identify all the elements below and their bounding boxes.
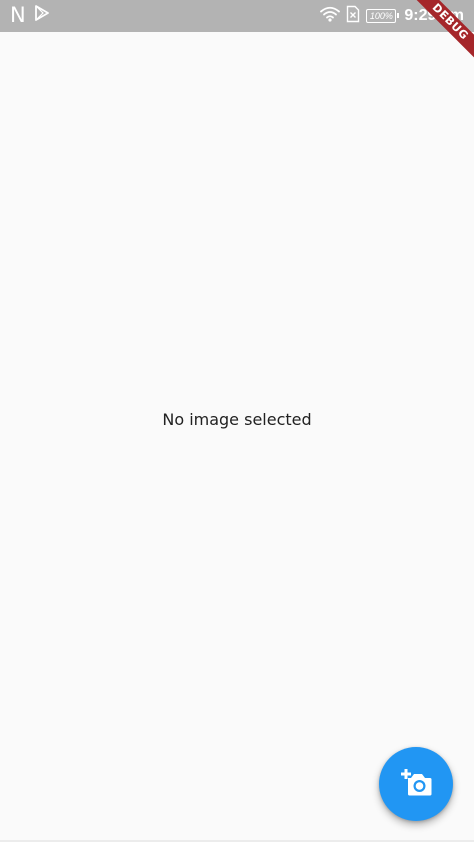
battery-level: 100% bbox=[369, 11, 393, 21]
empty-state-message: No image selected bbox=[162, 410, 312, 429]
main-content: No image selected bbox=[0, 32, 474, 840]
status-left-icons: N bbox=[10, 5, 50, 26]
status-bar: N 100% 9:29 am bbox=[0, 0, 474, 32]
add-photo-button[interactable] bbox=[379, 747, 453, 821]
sim-absent-icon bbox=[346, 5, 360, 28]
battery-icon: 100% bbox=[366, 9, 400, 23]
status-clock: 9:29 am bbox=[404, 7, 464, 24]
play-store-icon bbox=[34, 5, 50, 26]
add-a-photo-icon bbox=[399, 767, 433, 802]
n-icon: N bbox=[10, 3, 26, 27]
wifi-icon bbox=[320, 6, 341, 27]
status-right-icons: 100% 9:29 am bbox=[320, 5, 464, 27]
